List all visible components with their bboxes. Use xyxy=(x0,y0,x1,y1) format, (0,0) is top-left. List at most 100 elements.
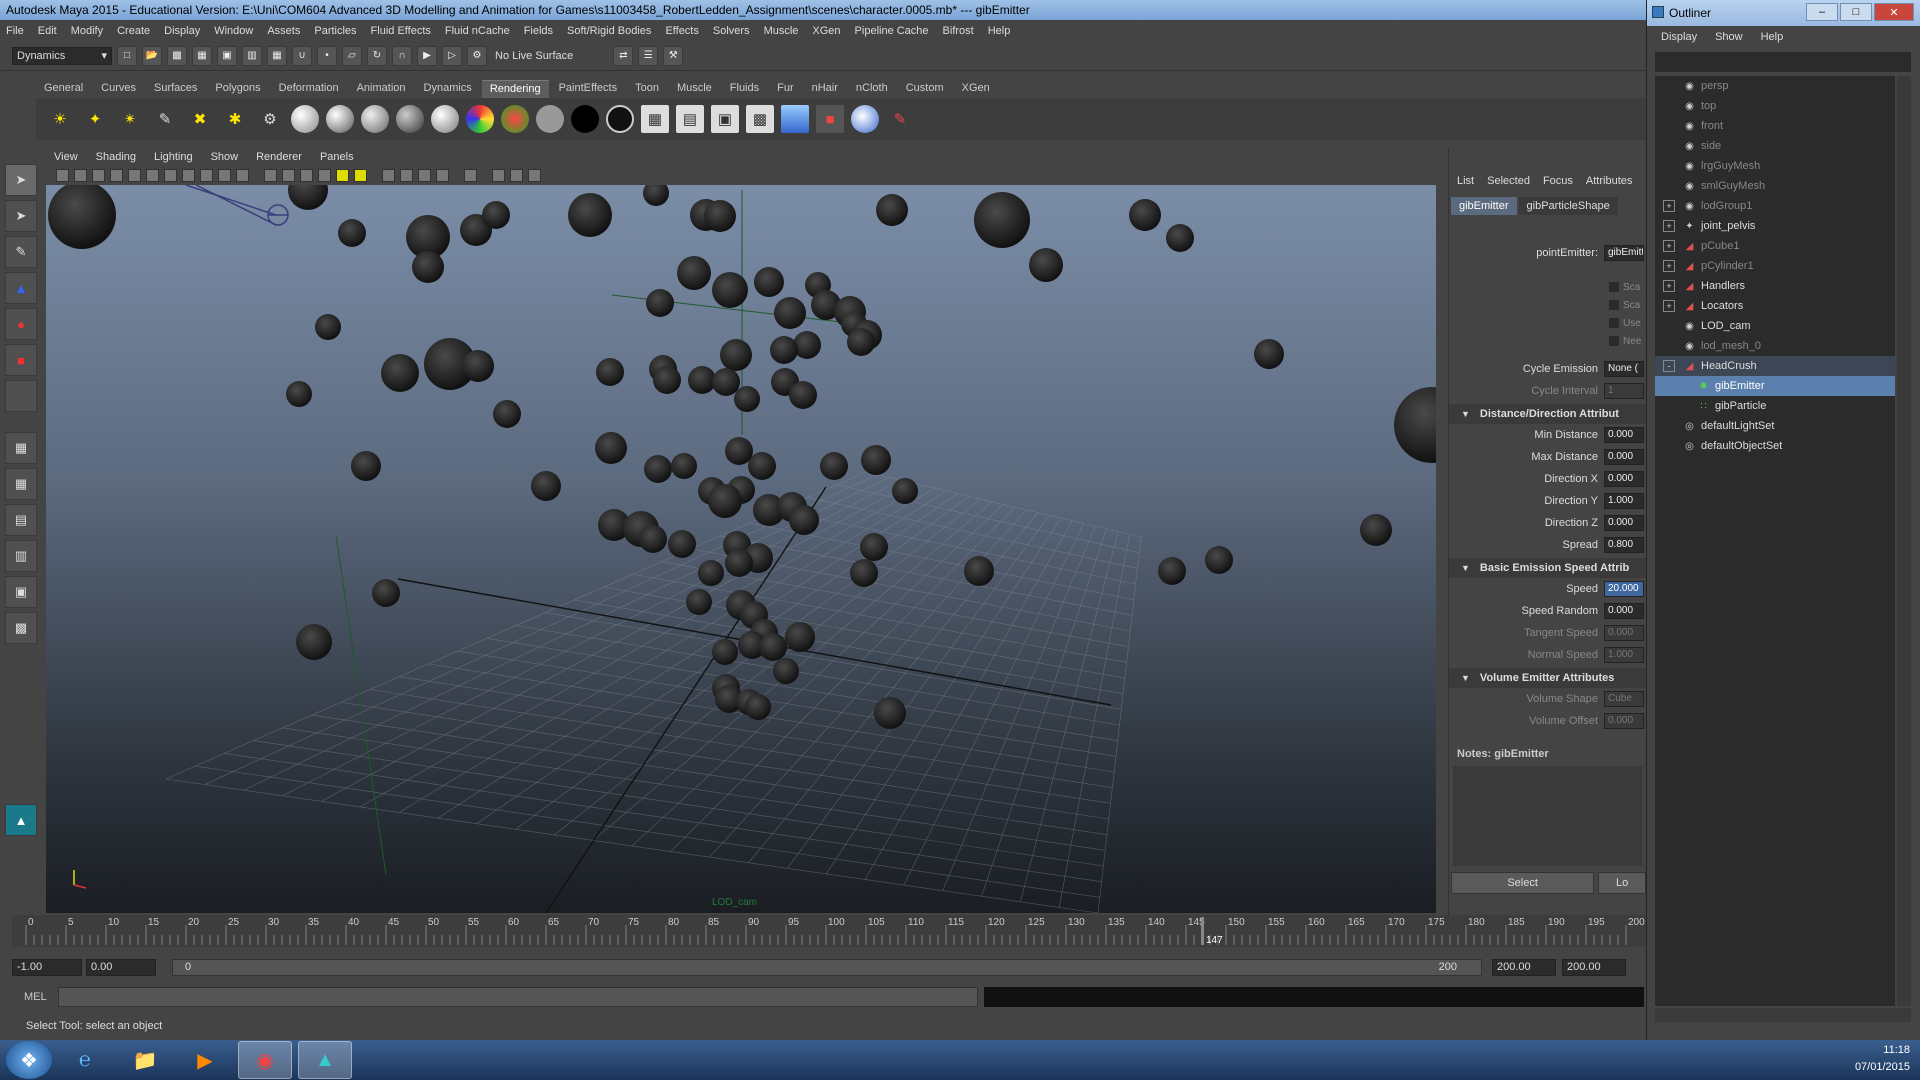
attribute-editor-toggle-icon[interactable]: ☰ xyxy=(638,45,659,66)
motion-blur-icon[interactable] xyxy=(400,168,413,182)
xray-components-icon[interactable] xyxy=(528,168,541,182)
menu-edit[interactable]: Edit xyxy=(38,25,57,37)
particle-sphere[interactable] xyxy=(643,185,669,206)
gate-mask-icon[interactable] xyxy=(182,168,195,182)
speed-random-field[interactable]: 0.000 xyxy=(1604,603,1644,619)
render-globe-icon[interactable] xyxy=(851,105,879,133)
snap-grid-icon[interactable]: ▦ xyxy=(267,45,287,66)
film-gate-icon[interactable] xyxy=(146,168,159,182)
particle-sphere[interactable] xyxy=(820,452,848,480)
hypershade-icon[interactable] xyxy=(781,105,809,133)
particle-sphere[interactable] xyxy=(773,658,799,684)
attr-menu-focus[interactable]: Focus xyxy=(1543,175,1573,187)
phong-material-icon[interactable] xyxy=(326,105,354,133)
move-tool-icon[interactable]: ▲ xyxy=(5,272,37,304)
image-plane-icon[interactable] xyxy=(110,168,123,182)
particle-sphere[interactable] xyxy=(381,354,419,392)
ramp-shader-icon[interactable] xyxy=(466,105,494,133)
internet-explorer-icon[interactable]: ℮ xyxy=(58,1041,112,1079)
persp-outliner-layout-icon[interactable]: ▤ xyxy=(5,504,37,536)
ipr-render-icon[interactable]: ▷ xyxy=(442,45,462,66)
collapse-icon[interactable]: - xyxy=(1663,360,1675,372)
outliner-item-smlguymesh[interactable]: ◉ smlGuyMesh xyxy=(1655,176,1895,196)
particle-sphere[interactable] xyxy=(720,339,752,371)
save-scene-icon[interactable]: ▩ xyxy=(167,45,187,66)
shelf-tab-muscle[interactable]: Muscle xyxy=(669,80,720,98)
chrome-icon[interactable]: ◉ xyxy=(238,1041,292,1079)
menu-fluid-effects[interactable]: Fluid Effects xyxy=(371,25,431,37)
wireframe-on-shaded-icon[interactable] xyxy=(300,168,313,182)
particle-sphere[interactable] xyxy=(847,328,875,356)
particle-sphere[interactable] xyxy=(892,478,918,504)
expand-icon[interactable]: + xyxy=(1663,280,1675,292)
outliner-item-locators[interactable]: + ◢ Locators xyxy=(1655,296,1895,316)
particle-sphere[interactable] xyxy=(1129,199,1161,231)
start-button-icon[interactable]: ❖ xyxy=(6,1041,52,1079)
four-view-layout-icon[interactable]: ▦ xyxy=(5,468,37,500)
particle-sphere[interactable] xyxy=(482,201,510,229)
particle-sphere[interactable] xyxy=(774,297,806,329)
outliner-item-lod-mesh-0[interactable]: ◉ lod_mesh_0 xyxy=(1655,336,1895,356)
render-settings-icon[interactable]: ⚙ xyxy=(467,45,487,66)
new-scene-icon[interactable]: □ xyxy=(117,45,137,66)
shelf-tab-surfaces[interactable]: Surfaces xyxy=(146,80,205,98)
camera-icon[interactable]: ⚙ xyxy=(256,105,284,133)
particle-sphere[interactable] xyxy=(785,622,815,652)
menu-muscle[interactable]: Muscle xyxy=(764,25,799,37)
particle-sphere[interactable] xyxy=(595,432,627,464)
viewport-menu-panels[interactable]: Panels xyxy=(320,151,354,163)
expand-icon[interactable]: + xyxy=(1663,300,1675,312)
particle-sphere[interactable] xyxy=(850,559,878,587)
outliner-filter-input[interactable] xyxy=(1655,52,1911,72)
open-scene-icon[interactable]: 📂 xyxy=(142,45,162,66)
safe-action-icon[interactable] xyxy=(218,168,231,182)
shelf-tab-rendering[interactable]: Rendering xyxy=(481,80,549,98)
point-emitter-field[interactable]: gibEmitt xyxy=(1604,245,1644,261)
menu-solvers[interactable]: Solvers xyxy=(713,25,750,37)
volume-offset-field[interactable]: 0.000 xyxy=(1604,713,1644,729)
area-light-icon[interactable]: ✎ xyxy=(151,105,179,133)
outliner-item-pcylinder1[interactable]: + ◢ pCylinder1 xyxy=(1655,256,1895,276)
particle-sphere[interactable] xyxy=(754,267,784,297)
range-slider[interactable]: 0 200 xyxy=(172,958,1482,976)
particle-sphere[interactable] xyxy=(668,530,696,558)
select-component-icon[interactable]: ▥ xyxy=(242,45,262,66)
shelf-tab-painteffects[interactable]: PaintEffects xyxy=(551,80,626,98)
media-player-icon[interactable]: ▶ xyxy=(178,1041,232,1079)
start-time-field[interactable]: -1.00 xyxy=(12,958,82,976)
file-explorer-icon[interactable]: 📁 xyxy=(118,1041,172,1079)
shelf-tab-custom[interactable]: Custom xyxy=(898,80,952,98)
attr-menu-list[interactable]: List xyxy=(1457,175,1474,187)
menu-pipeline-cache[interactable]: Pipeline Cache xyxy=(855,25,929,37)
select-camera-icon[interactable] xyxy=(56,168,69,182)
particle-sphere[interactable] xyxy=(531,471,561,501)
section-basic-emission-speed[interactable]: Basic Emission Speed Attrib xyxy=(1449,558,1646,578)
attr-menu-selected[interactable]: Selected xyxy=(1487,175,1530,187)
expand-icon[interactable]: + xyxy=(1663,260,1675,272)
viewport-menu-lighting[interactable]: Lighting xyxy=(154,151,193,163)
menu-soft-rigid-bodies[interactable]: Soft/Rigid Bodies xyxy=(567,25,651,37)
menu-file[interactable]: File xyxy=(6,25,24,37)
select-object-icon[interactable]: ▣ xyxy=(217,45,237,66)
particle-sphere[interactable] xyxy=(286,381,312,407)
particle-sphere[interactable] xyxy=(725,437,753,465)
particle-sphere[interactable] xyxy=(351,451,381,481)
menu-fluid-ncache[interactable]: Fluid nCache xyxy=(445,25,510,37)
perspective-viewport[interactable]: LOD_cam xyxy=(46,185,1436,913)
time-slider[interactable]: 0 5 10 15 20 25 30 35 40 45 50 55 60 65 70 75 80 85 90 95 10… xyxy=(12,915,1648,947)
input-output-icon[interactable]: ⇄ xyxy=(613,45,634,66)
shadows-icon[interactable] xyxy=(354,168,367,182)
particle-sphere[interactable] xyxy=(639,525,667,553)
node-tab-gibparticleshape[interactable]: gibParticleShape xyxy=(1518,197,1618,215)
select-button[interactable]: Select xyxy=(1451,872,1595,894)
direction-x-field[interactable]: 0.000 xyxy=(1604,471,1644,487)
speed-field[interactable]: 20.000 xyxy=(1604,581,1644,597)
isolate-select-icon[interactable] xyxy=(464,168,477,182)
particle-sphere[interactable] xyxy=(1205,546,1233,574)
min-distance-field[interactable]: 0.000 xyxy=(1604,427,1644,443)
depth-of-field-icon[interactable] xyxy=(436,168,449,182)
render-current-icon[interactable]: ▤ xyxy=(676,105,704,133)
menu-bifrost[interactable]: Bifrost xyxy=(943,25,974,37)
menu-fields[interactable]: Fields xyxy=(524,25,553,37)
lasso-tool-icon[interactable]: ➤ xyxy=(5,200,37,232)
